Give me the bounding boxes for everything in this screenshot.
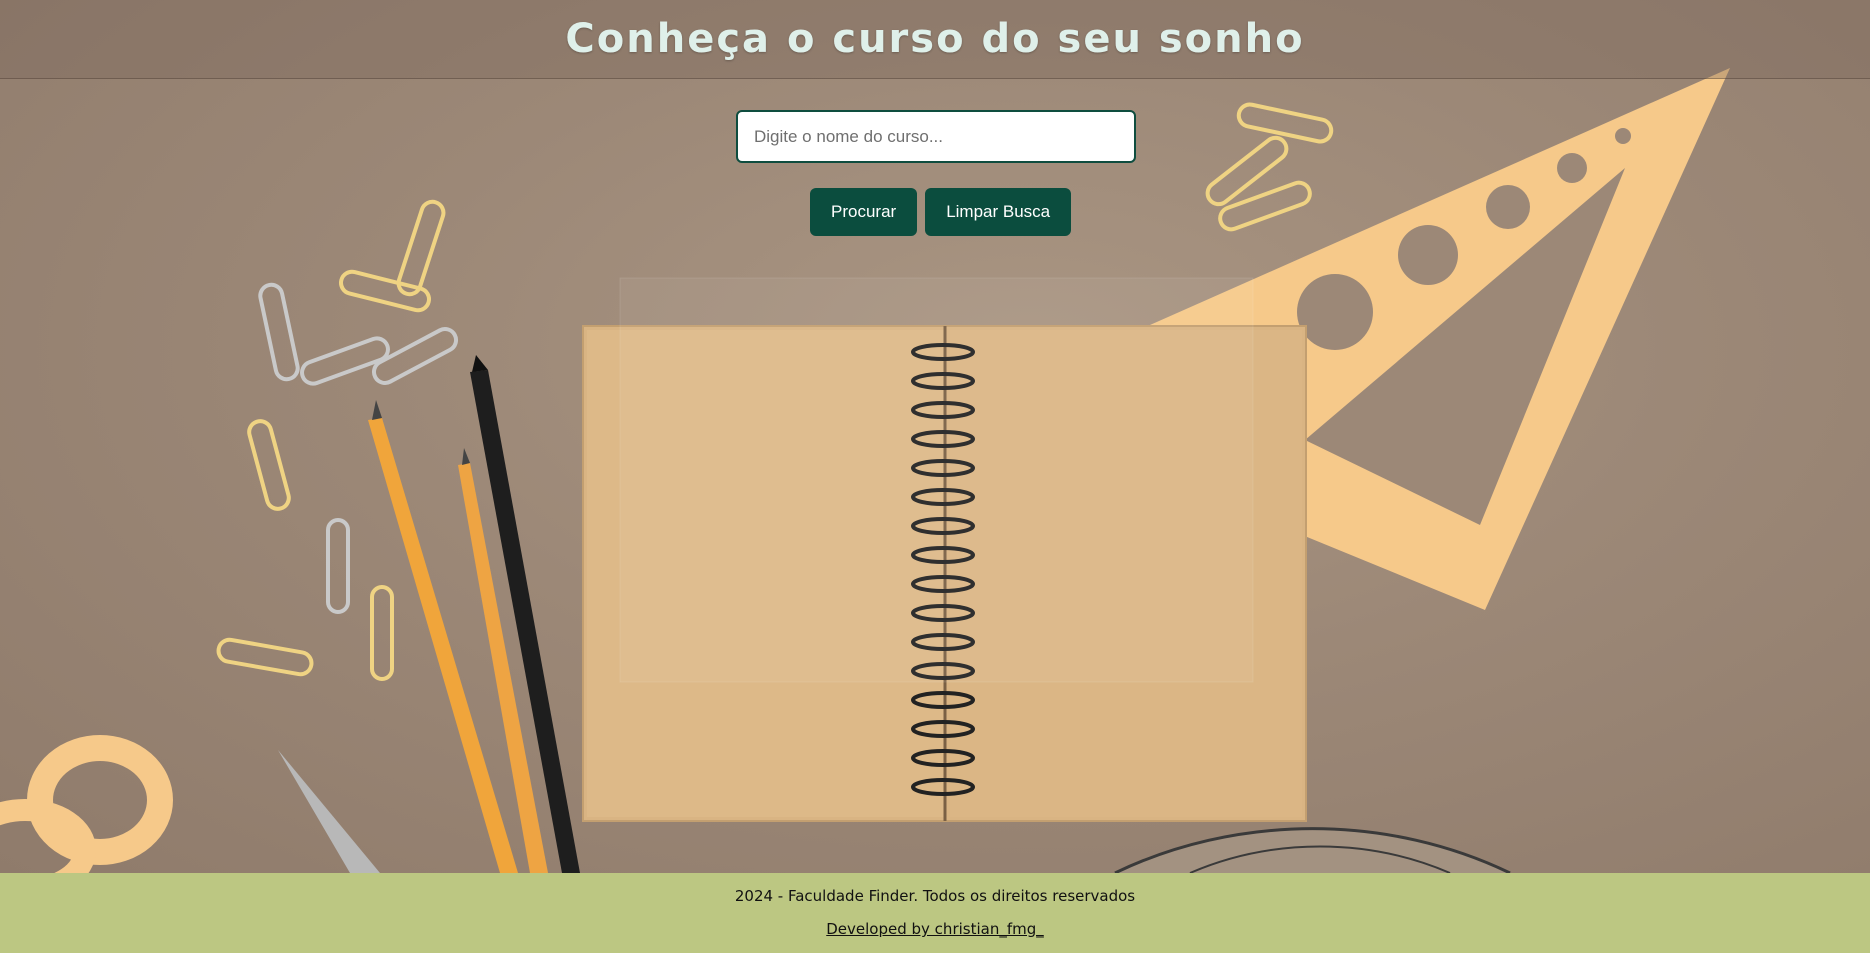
clear-search-button[interactable]: Limpar Busca: [925, 188, 1072, 236]
pencils-illustration: [368, 355, 580, 873]
search-button[interactable]: Procurar: [810, 188, 918, 236]
search-container: [736, 110, 1136, 163]
search-actions: Procurar Limpar Busca: [810, 188, 1072, 236]
page-footer: 2024 - Faculdade Finder. Todos os direit…: [0, 873, 1870, 953]
copyright-text: 2024 - Faculdade Finder. Todos os direit…: [734, 887, 1136, 905]
protractor-illustration: [1114, 827, 1511, 873]
overlay-panel: [619, 277, 1254, 683]
page: Conheça o curso do seu sonho Procurar Li…: [0, 0, 1870, 953]
page-header: Conheça o curso do seu sonho: [0, 0, 1870, 79]
developer-credit: Developed by christian_fmg_: [0, 920, 1870, 938]
scissors-illustration: [0, 735, 380, 873]
developer-link[interactable]: Developed by christian_fmg_: [826, 920, 1044, 938]
course-search-input[interactable]: [736, 110, 1136, 163]
page-title: Conheça o curso do seu sonho: [565, 16, 1305, 62]
